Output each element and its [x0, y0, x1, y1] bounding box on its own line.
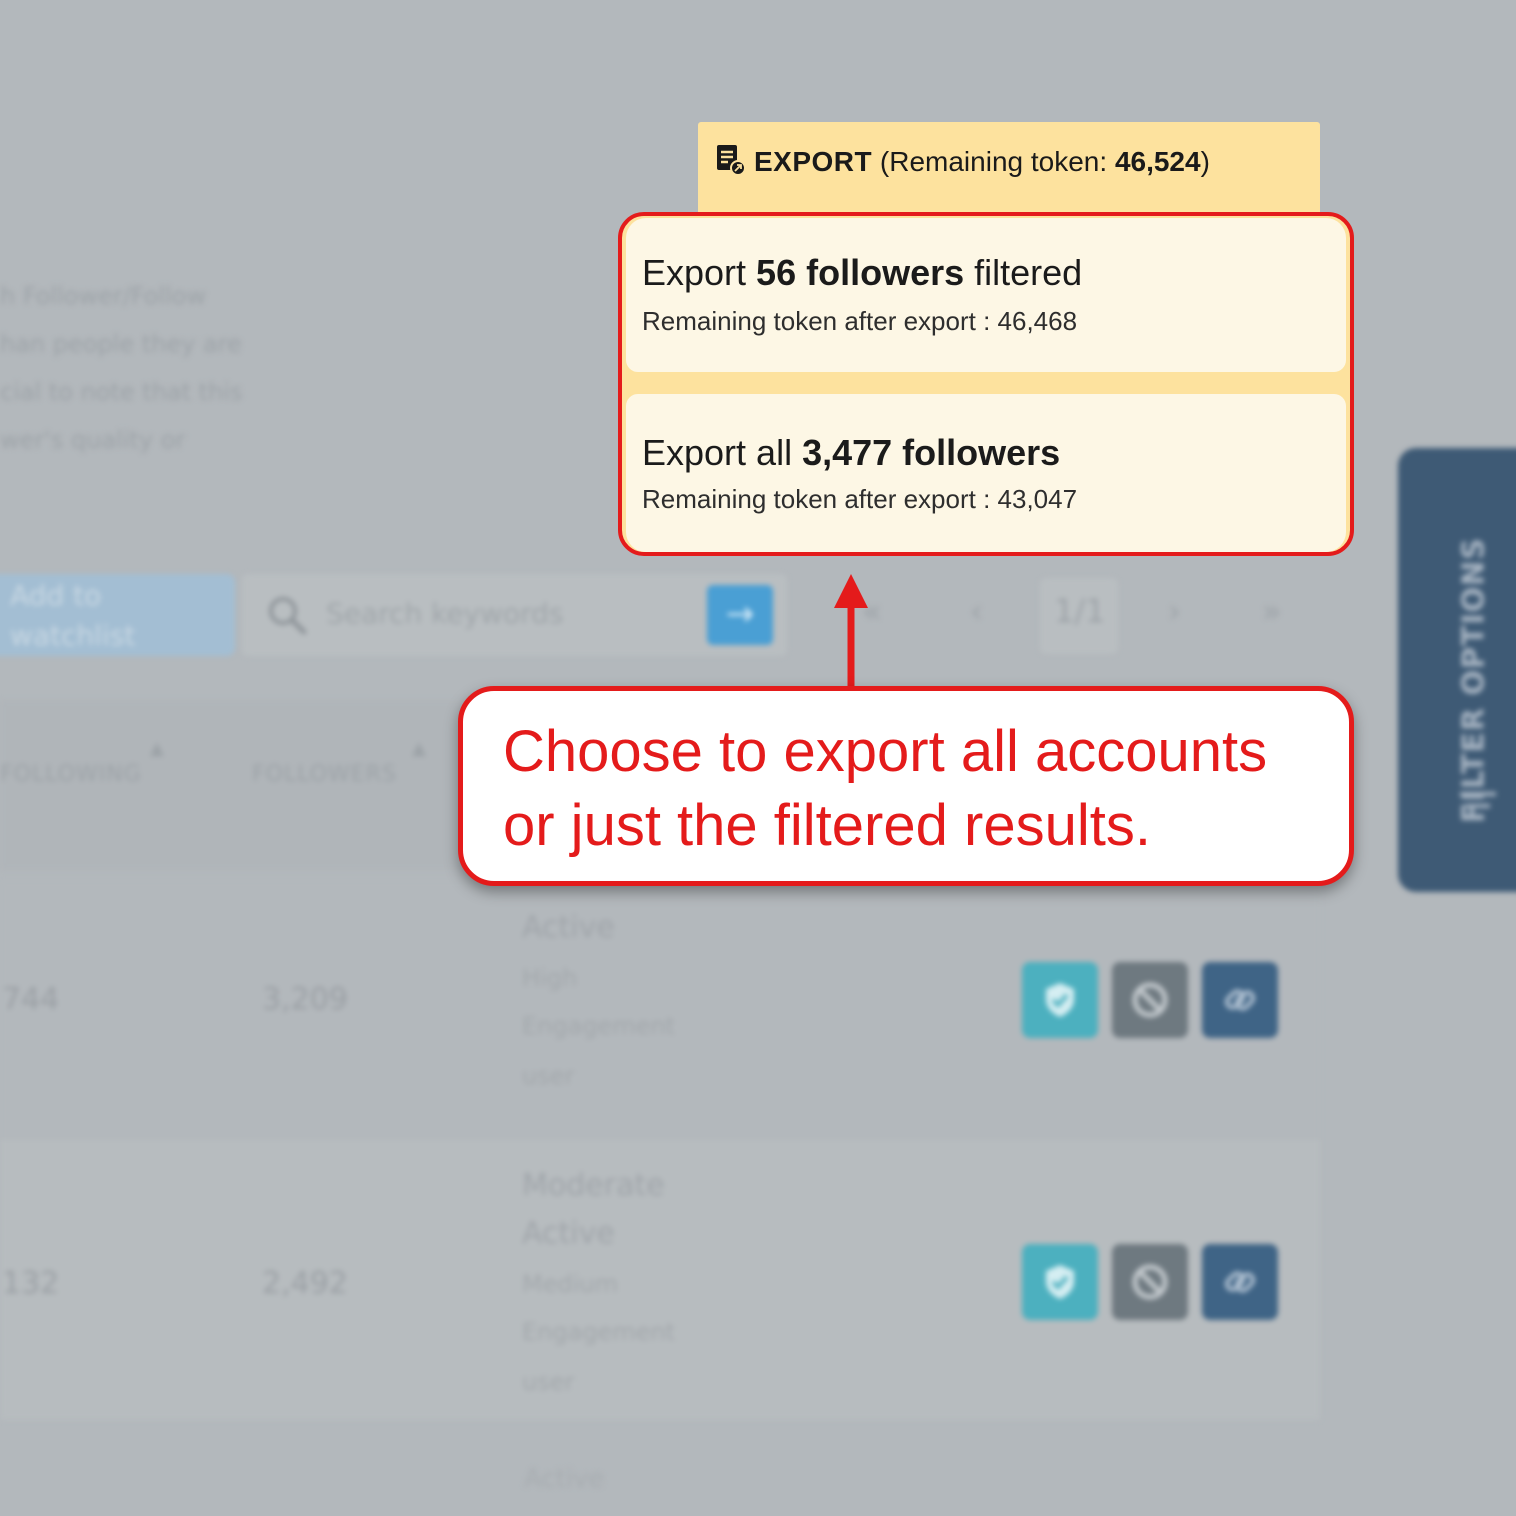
cell-status: Moderate	[522, 1168, 665, 1203]
block-button[interactable]	[1112, 962, 1188, 1038]
remaining-token-suffix: )	[1200, 146, 1210, 177]
profile-link-button[interactable]	[1202, 962, 1278, 1038]
cell-engagement: Engagement	[522, 1012, 676, 1040]
document-export-icon	[717, 145, 746, 176]
search-icon	[269, 597, 307, 635]
export-filtered-remaining: Remaining token after export : 46,468	[642, 306, 1078, 336]
cell-followers: 2,492	[262, 1266, 348, 1301]
cell-engagement: Medium	[522, 1270, 618, 1298]
sort-icon[interactable]: ▲	[412, 738, 426, 759]
cell-engagement: user	[522, 1062, 575, 1090]
annotation-arrow-icon	[834, 574, 868, 690]
shield-check-icon	[1046, 983, 1074, 1017]
remaining-token-value: 46,524	[1114, 146, 1201, 177]
description-line: h Follower/Follow	[0, 282, 207, 310]
description-line: han people they are	[0, 330, 242, 358]
export-filtered-option[interactable]: Export 56 followers filtered Remaining t…	[626, 218, 1346, 372]
export-all-prefix: Export all	[642, 432, 803, 473]
search-placeholder: Search keywords	[326, 597, 564, 630]
filter-options-label: FILTER OPTIONS	[1456, 537, 1492, 823]
export-title: EXPORT	[754, 146, 873, 177]
description-line: cial to note that this	[0, 378, 243, 406]
cell-engagement: Engagement	[522, 1318, 676, 1346]
block-button[interactable]	[1112, 1244, 1188, 1320]
export-all-option[interactable]: Export all 3,477 followers Remaining tok…	[626, 394, 1346, 552]
cell-status: Active	[522, 910, 615, 945]
add-to-watchlist-button[interactable]: Add to watchlist	[0, 574, 235, 656]
link-icon	[1225, 1271, 1255, 1293]
column-header-followers[interactable]: FOLLOWERS	[252, 762, 397, 787]
cell-following: 132	[2, 1266, 60, 1301]
whitelist-button[interactable]	[1022, 962, 1098, 1038]
description-line: wer's quality or	[0, 426, 186, 454]
cell-engagement: High	[522, 964, 578, 992]
cell-followers: 3,209	[262, 982, 348, 1017]
arrow-right-icon: →	[725, 594, 755, 634]
cell-status: Active	[522, 1216, 615, 1251]
ban-icon	[1132, 1264, 1168, 1300]
search-submit-button[interactable]: →	[707, 585, 773, 645]
pagination-last-button[interactable]: »	[1262, 592, 1282, 630]
sort-icon[interactable]: ▲	[150, 738, 164, 759]
annotation-text: Choose to export all accounts or just th…	[503, 719, 1268, 858]
remaining-token-prefix: (Remaining token:	[879, 146, 1115, 177]
export-filtered-prefix: Export	[642, 252, 757, 293]
export-filtered-count: 56 followers	[756, 252, 965, 293]
export-header-row: EXPORT (Remaining token: 46,524)	[716, 144, 1210, 178]
link-icon	[1225, 989, 1255, 1011]
shield-check-icon	[1046, 1265, 1074, 1299]
export-all-title: Export all 3,477 followers	[642, 432, 1060, 474]
whitelist-button[interactable]	[1022, 1244, 1098, 1320]
export-options-highlight: Export 56 followers filtered Remaining t…	[618, 212, 1354, 556]
cell-engagement: user	[522, 1368, 575, 1396]
annotation-callout: Choose to export all accounts or just th…	[458, 686, 1354, 886]
pagination-page-indicator: 1/1	[1054, 592, 1106, 630]
pagination-next-button[interactable]: ›	[1168, 592, 1181, 630]
profile-link-button[interactable]	[1202, 1244, 1278, 1320]
filter-icon	[1460, 792, 1496, 820]
export-filtered-title: Export 56 followers filtered	[642, 252, 1082, 294]
cell-status: Active	[524, 1464, 605, 1494]
column-header-following[interactable]: FOLLOWING	[0, 762, 142, 787]
description-text: h Follower/Follow han people they are ci…	[0, 272, 300, 464]
pagination-prev-button[interactable]: ‹	[970, 592, 983, 630]
export-filtered-suffix: filtered	[964, 252, 1083, 293]
export-all-remaining: Remaining token after export : 43,047	[642, 484, 1078, 514]
cell-following: 744	[2, 982, 60, 1017]
export-all-count: 3,477 followers	[802, 432, 1061, 473]
export-panel: EXPORT (Remaining token: 46,524)	[698, 122, 1320, 222]
ban-icon	[1132, 982, 1168, 1018]
